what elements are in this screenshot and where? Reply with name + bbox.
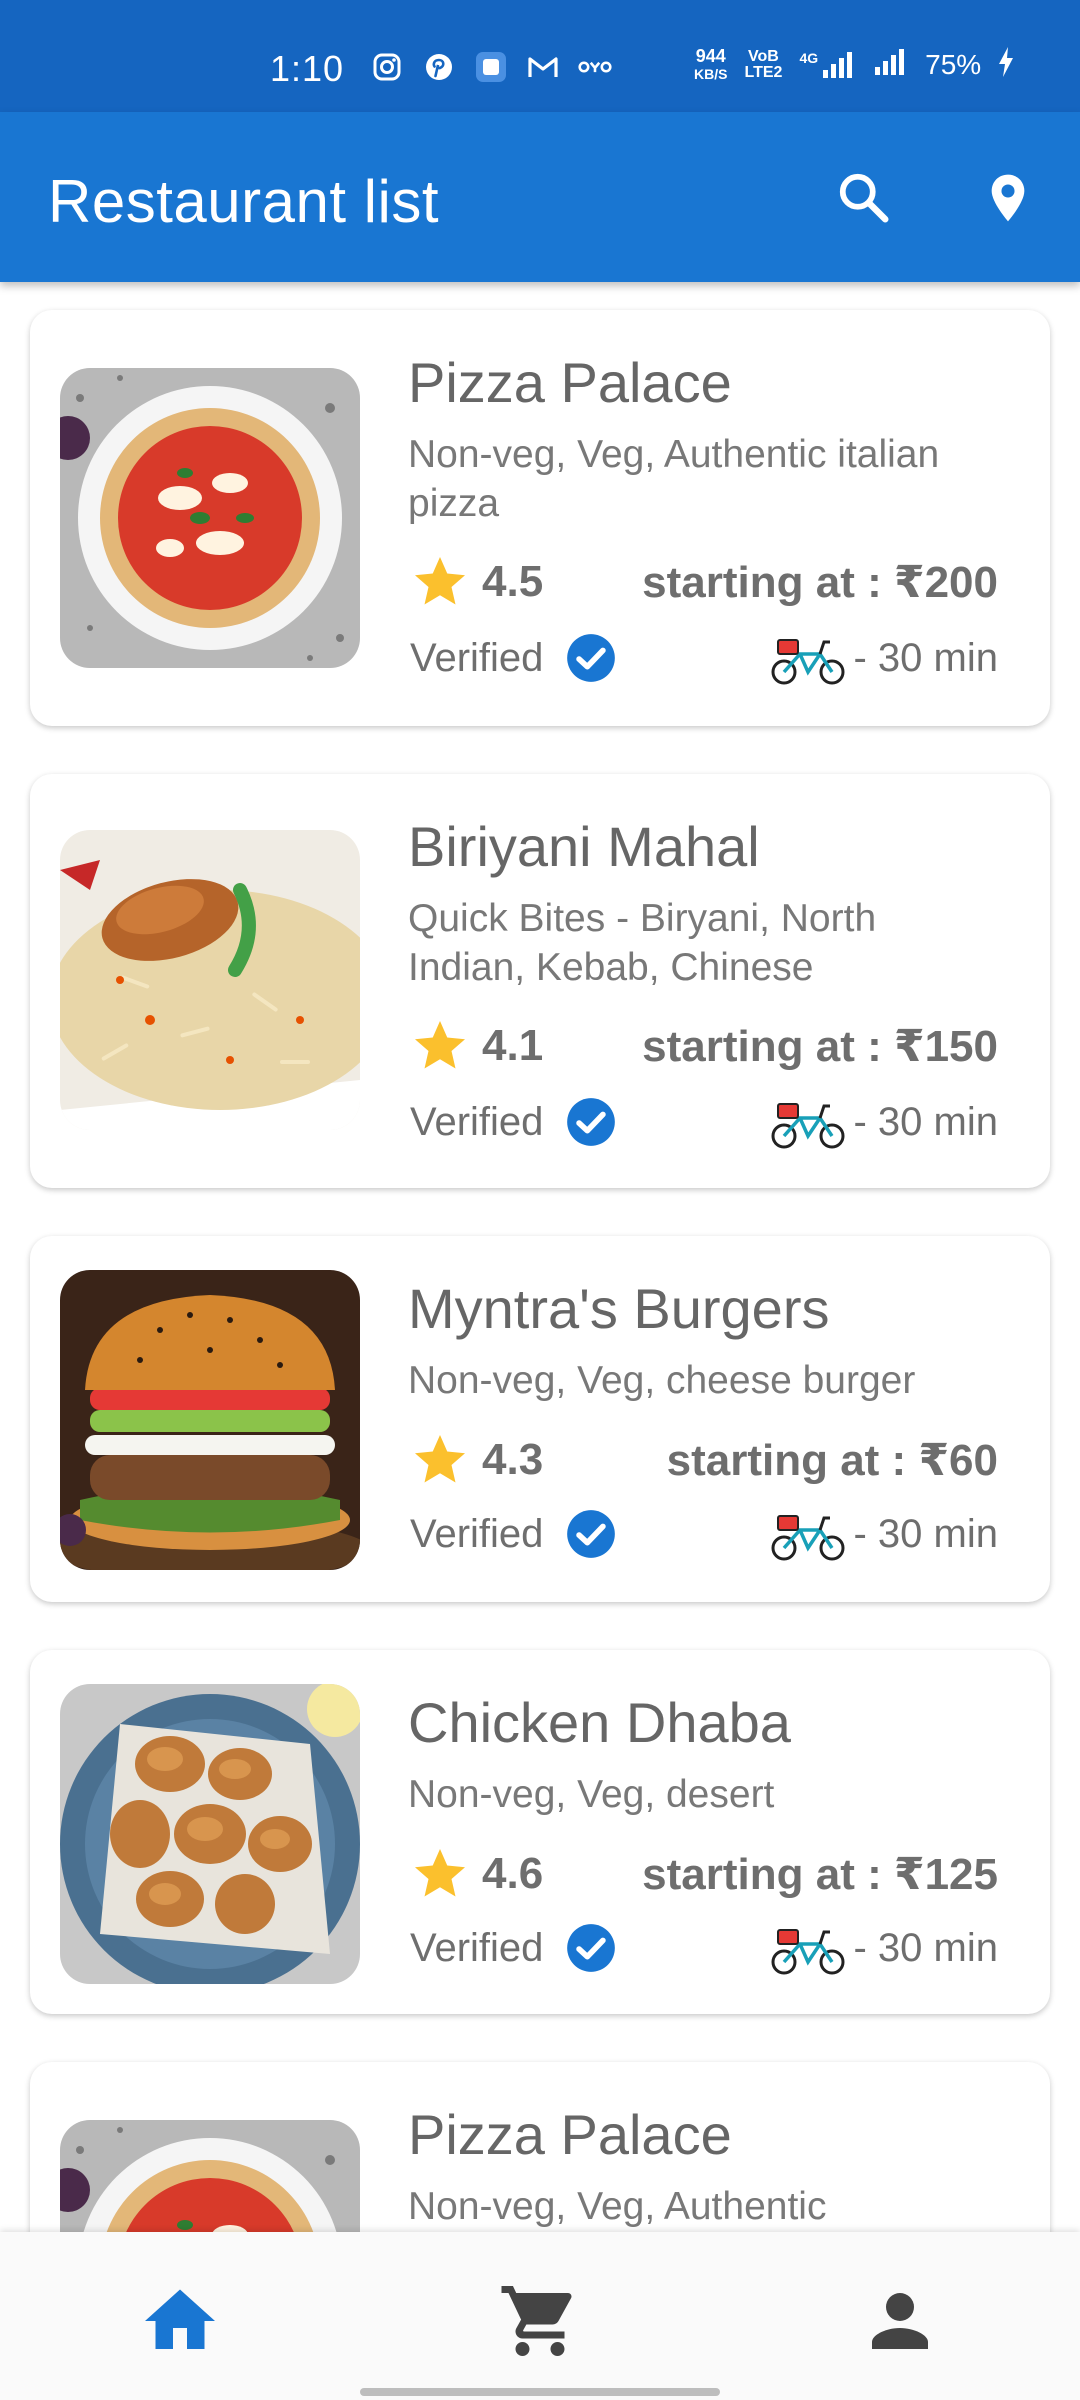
rating: 4.3: [410, 1430, 543, 1490]
verify-row: Verified - 30 min: [410, 1920, 998, 1976]
delivery-bike-icon: [771, 639, 844, 685]
restaurant-description: Non-veg, Veg, Authentic: [408, 2185, 827, 2228]
star-icon: [415, 1021, 465, 1069]
restaurant-image: [60, 2120, 360, 2232]
system-icons: 944 KB/S VoB LTE2 4G 75%: [694, 46, 1015, 83]
delivery-time-text: - 30 min: [853, 635, 999, 680]
nav-profile[interactable]: [850, 2276, 950, 2366]
rating: 4.1: [410, 1016, 543, 1076]
cart-icon: [501, 2286, 572, 2356]
delivery-time: - 30 min: [770, 1920, 999, 1976]
status-time: 1:10: [270, 48, 345, 89]
restaurant-description: Non-veg, Veg, Authentic italian pizza: [408, 433, 940, 525]
search-button[interactable]: [826, 160, 902, 236]
restaurant-image: [60, 1684, 360, 1984]
signal-icon: [873, 47, 909, 82]
home-icon: [145, 2289, 215, 2349]
verified-status: Verified: [410, 1508, 617, 1560]
bottom-navigation: [0, 2232, 1080, 2400]
restaurant-card[interactable]: Myntra's Burgers Non-veg, Veg, cheese bu…: [30, 1236, 1050, 1602]
status-bar: 1:10 944 KB/S VoB LTE2 4G 75%: [0, 0, 1080, 112]
star-icon: [415, 557, 465, 605]
rating-value: 4.6: [482, 1849, 544, 1898]
pinterest-icon: [422, 50, 456, 84]
rating: 4.5: [410, 552, 543, 612]
app-bar: Restaurant list: [0, 112, 1080, 282]
restaurant-name: Chicken Dhaba: [408, 1691, 791, 1754]
rating: 4.6: [410, 1844, 543, 1904]
restaurant-image: [60, 830, 360, 1130]
rating-row: 4.5 starting at : ₹200: [410, 552, 998, 612]
verified-badge-icon: [567, 1924, 616, 1972]
delivery-time: - 30 min: [770, 1506, 999, 1562]
restaurant-card[interactable]: Biriyani Mahal Quick Bites - Biryani, No…: [30, 774, 1050, 1188]
signal-4g-icon: 4G: [799, 50, 857, 80]
charging-icon: [997, 46, 1015, 83]
verified-label: Verified: [410, 1511, 544, 1556]
delivery-bike-icon: [771, 1515, 844, 1561]
star-icon: [415, 1849, 465, 1897]
delivery-bike-icon: [771, 1103, 844, 1149]
verified-badge-icon: [567, 1098, 616, 1146]
rating-value: 4.1: [482, 1021, 544, 1070]
rating-value: 4.3: [482, 1435, 544, 1484]
star-icon: [415, 1435, 465, 1483]
gesture-handle[interactable]: [360, 2388, 720, 2396]
search-icon: [839, 173, 889, 223]
delivery-time: - 30 min: [770, 1094, 999, 1150]
delivery-time-text: - 30 min: [853, 1925, 999, 1970]
verified-status: Verified: [410, 632, 617, 684]
restaurant-description: Quick Bites - Biryani, North Indian, Keb…: [408, 897, 877, 989]
starting-price: starting at : ₹60: [666, 1435, 998, 1485]
restaurant-card[interactable]: Pizza Palace Non-veg, Veg, Authentic ita…: [30, 310, 1050, 726]
restaurant-name: Biriyani Mahal: [408, 815, 760, 878]
restaurant-card[interactable]: Chicken Dhaba Non-veg, Veg, desert 4.6 s…: [30, 1650, 1050, 2014]
restaurant-description: Non-veg, Veg, cheese burger: [408, 1359, 916, 1402]
delivery-time-text: - 30 min: [853, 1099, 999, 1144]
battery-percent: 75%: [925, 48, 982, 80]
restaurant-name: Pizza Palace: [408, 2103, 732, 2166]
location-button[interactable]: [970, 160, 1046, 236]
restaurant-image: [60, 1270, 360, 1570]
notification-icons: [370, 50, 612, 84]
oyo-icon: [578, 50, 612, 84]
network-speed: 944 KB/S: [694, 45, 728, 82]
gmail-icon: [526, 50, 560, 84]
restaurant-image: [60, 368, 360, 668]
delivery-bike-icon: [771, 1929, 844, 1975]
verified-label: Verified: [410, 635, 544, 680]
restaurant-name: Pizza Palace: [408, 351, 732, 414]
verified-status: Verified: [410, 1096, 617, 1148]
verify-row: Verified - 30 min: [410, 1094, 998, 1150]
verified-badge-icon: [567, 634, 616, 682]
restaurant-list[interactable]: Pizza Palace Non-veg, Veg, Authentic ita…: [0, 282, 1080, 2232]
verified-label: Verified: [410, 1925, 544, 1970]
restaurant-description: Non-veg, Veg, desert: [408, 1773, 775, 1816]
rating-row: 4.6 starting at : ₹125: [410, 1844, 998, 1904]
restaurant-card[interactable]: Pizza Palace Non-veg, Veg, Authentic: [30, 2062, 1050, 2232]
verify-row: Verified - 30 min: [410, 630, 998, 686]
verified-status: Verified: [410, 1922, 617, 1974]
verified-label: Verified: [410, 1099, 544, 1144]
page-title: Restaurant list: [48, 168, 439, 235]
rating-row: 4.1 starting at : ₹150: [410, 1016, 998, 1076]
delivery-time: - 30 min: [770, 630, 999, 686]
nav-cart[interactable]: [490, 2276, 590, 2366]
verified-badge-icon: [567, 1510, 616, 1558]
nav-home[interactable]: [130, 2276, 230, 2366]
starting-price: starting at : ₹125: [642, 1849, 998, 1899]
instagram-icon: [370, 50, 404, 84]
volte-indicator: VoB LTE2: [744, 47, 783, 81]
verify-row: Verified - 30 min: [410, 1506, 998, 1562]
app-icon: [474, 50, 508, 84]
location-pin-icon: [991, 174, 1025, 222]
delivery-time-text: - 30 min: [853, 1511, 999, 1556]
profile-icon: [872, 2293, 928, 2349]
starting-price: starting at : ₹200: [642, 557, 998, 607]
rating-row: 4.3 starting at : ₹60: [410, 1430, 998, 1490]
starting-price: starting at : ₹150: [642, 1021, 998, 1071]
rating-value: 4.5: [482, 557, 544, 606]
restaurant-name: Myntra's Burgers: [408, 1277, 830, 1340]
